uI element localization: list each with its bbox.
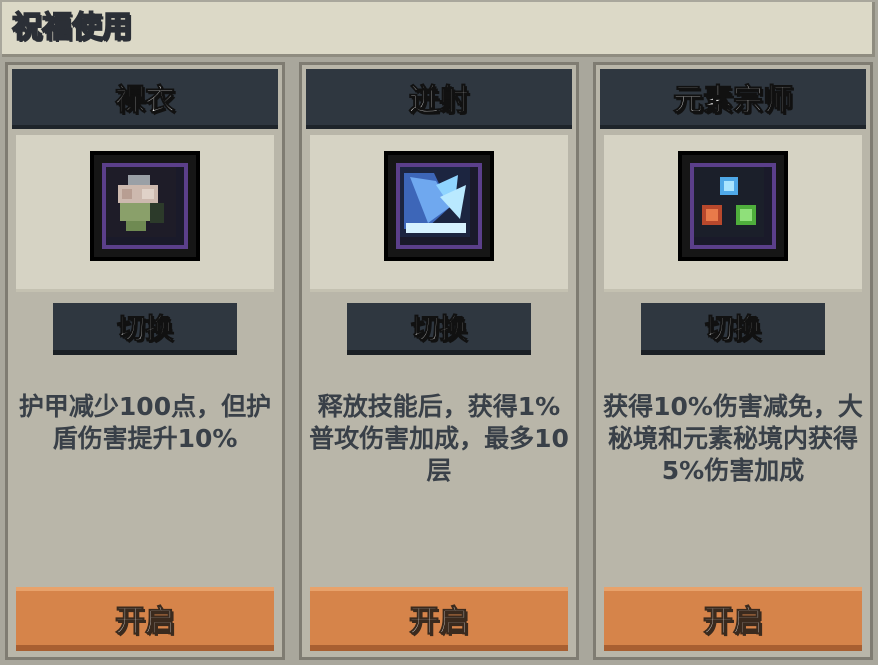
switch-button-label: 切换 <box>410 311 467 345</box>
blessing-icon-frame <box>90 151 200 261</box>
blessing-card-1: 裸衣 切换 护甲减少100点，但护盾伤害提升10% 开启 <box>5 62 285 660</box>
card-header: 元素宗师 <box>600 69 866 129</box>
switch-button[interactable]: 切换 <box>53 303 237 355</box>
open-button[interactable]: 开启 <box>604 587 862 651</box>
switch-button-label: 切换 <box>116 311 173 345</box>
blessing-card-3: 元素宗师 切换 获得10%伤害减免，大秘境和元素秘境内获得5%伤害加成 开启 <box>593 62 873 660</box>
element-orbs-icon <box>690 163 776 249</box>
switch-button[interactable]: 切换 <box>641 303 825 355</box>
blessing-description: 护甲减少100点，但护盾伤害提升10% <box>18 392 272 453</box>
switch-button[interactable]: 切换 <box>347 303 531 355</box>
card-title: 裸衣 <box>115 83 176 119</box>
card-header: 迸射 <box>306 69 572 129</box>
blessing-icon-frame <box>678 151 788 261</box>
blessing-icon-frame <box>384 151 494 261</box>
card-header: 裸衣 <box>12 69 278 129</box>
title-bar: 祝福使用 <box>2 2 875 57</box>
icon-area <box>604 135 862 292</box>
open-button[interactable]: 开启 <box>310 587 568 651</box>
open-button-label: 开启 <box>409 604 470 640</box>
icon-area <box>310 135 568 292</box>
cloth-armor-icon <box>102 163 188 249</box>
card-title: 迸射 <box>409 83 470 119</box>
open-button[interactable]: 开启 <box>16 587 274 651</box>
open-button-label: 开启 <box>703 604 764 640</box>
card-title: 元素宗师 <box>673 83 794 119</box>
page-title: 祝福使用 <box>11 9 133 46</box>
switch-button-label: 切换 <box>704 311 761 345</box>
blessing-description: 获得10%伤害减免，大秘境和元素秘境内获得5%伤害加成 <box>603 392 863 485</box>
blessing-card-2: 迸射 切换 释放技能后，获得1%普攻伤害加成，最多10层 开启 <box>299 62 579 660</box>
burst-shot-icon <box>396 163 482 249</box>
blessing-description: 释放技能后，获得1%普攻伤害加成，最多10层 <box>309 392 569 485</box>
open-button-label: 开启 <box>115 604 176 640</box>
icon-area <box>16 135 274 292</box>
